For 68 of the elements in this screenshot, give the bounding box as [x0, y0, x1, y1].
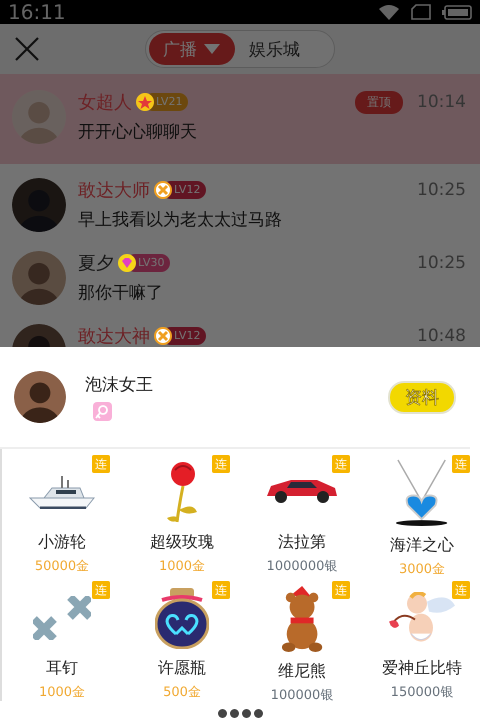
level-cross-icon [154, 327, 172, 345]
user-name: 女超人 [78, 91, 132, 114]
yacht-icon [29, 474, 95, 508]
combo-badge: 连 [212, 581, 230, 599]
level-star-icon [136, 93, 154, 111]
gift-item[interactable]: 连 许愿瓶 500金 [122, 575, 242, 701]
gift-price: 150000银 [390, 684, 454, 701]
gift-price: 1000金 [38, 684, 86, 701]
gift-price: 1000000银 [266, 558, 338, 575]
message-time: 10:48 [417, 326, 466, 346]
message-text: 早上我看以为老太太过马路 [78, 209, 283, 231]
combo-badge: 连 [212, 455, 230, 473]
user-name: 敢达大师 [78, 179, 150, 202]
combo-badge: 连 [92, 581, 110, 599]
gift-price: 50000金 [34, 558, 90, 575]
gift-name: 海洋之心 [390, 535, 454, 556]
gift-name: 小游轮 [38, 532, 86, 553]
message-time: 10:25 [417, 253, 466, 273]
combo-badge: 连 [452, 581, 470, 599]
gift-item[interactable]: 连 维尼熊 100000银 [242, 575, 362, 701]
jar-icon [155, 586, 209, 648]
pendant-icon [395, 459, 449, 527]
wifi-icon [378, 3, 400, 21]
car-icon [266, 479, 338, 504]
gift-name: 许愿瓶 [158, 658, 206, 679]
page-dot [230, 709, 238, 718]
teddy-bear-icon [280, 585, 324, 653]
avatar [14, 371, 66, 423]
level-gem-icon [118, 254, 136, 272]
combo-badge: 连 [332, 455, 350, 473]
gift-item[interactable]: 连 法拉第 1000000银 [242, 449, 362, 575]
caret-icon [203, 43, 221, 55]
gift-item[interactable]: 连 海洋之心 3000金 [362, 449, 480, 575]
page-dot [254, 709, 262, 718]
level-cross-icon [154, 181, 172, 199]
message-text: 开开心心聊聊天 [78, 121, 198, 143]
gift-name: 维尼熊 [278, 661, 326, 682]
gift-price: 500金 [163, 684, 201, 701]
combo-badge: 连 [452, 455, 470, 473]
gift-name: 耳钉 [46, 658, 78, 679]
profile-name: 泡沫女王 [85, 374, 154, 396]
rose-icon [166, 460, 198, 522]
gift-price: 100000银 [270, 687, 334, 704]
winged-figure-icon [388, 592, 456, 643]
battery-icon [442, 3, 472, 21]
gift-name: 爱神丘比特 [382, 658, 462, 679]
gift-item[interactable]: 连 小游轮 50000金 [2, 449, 122, 575]
user-name: 敢达大神 [78, 325, 150, 347]
sim-icon [410, 3, 432, 21]
gift-name: 超级玫瑰 [150, 532, 214, 553]
close-icon [14, 36, 40, 62]
gift-price: 3000金 [398, 561, 446, 578]
combo-badge: 连 [92, 455, 110, 473]
gift-item[interactable]: 连 超级玫瑰 1000金 [122, 449, 242, 575]
gift-price: 1000金 [158, 558, 206, 575]
tab[interactable]: 娱乐城 [235, 33, 314, 65]
status-time: 16:11 [8, 0, 67, 24]
message-text: 那你干嘛了 [78, 282, 164, 304]
combo-badge: 连 [332, 581, 350, 599]
message-time: 10:14 [417, 92, 466, 112]
user-name: 夏夕 [78, 252, 114, 275]
pinned-badge: 置顶 [355, 90, 403, 114]
gift-item[interactable]: 连 爱神丘比特 150000银 [362, 575, 480, 701]
page-dot [242, 709, 250, 718]
message-time: 10:25 [417, 180, 466, 200]
gift-item[interactable]: 连 耳钉 1000金 [2, 575, 122, 701]
page-dot [218, 709, 226, 718]
gift-name: 法拉第 [278, 532, 326, 553]
